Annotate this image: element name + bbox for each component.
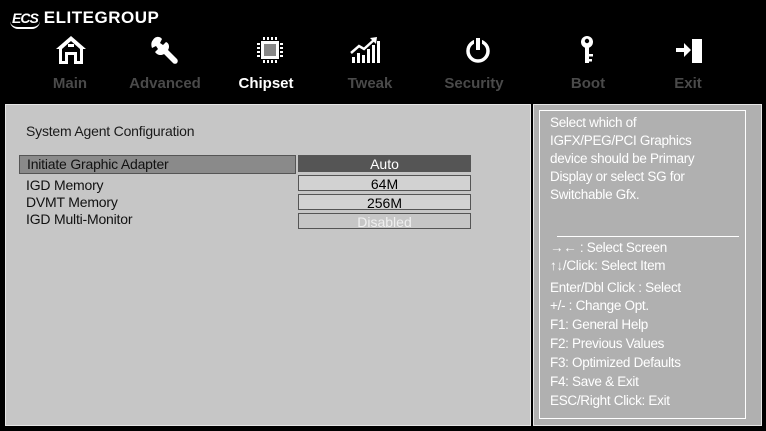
setting-value-dvmt-memory[interactable]: 256M [298,194,471,211]
setting-value-initiate-graphic-adapter[interactable]: Auto [298,155,471,172]
setting-label-igd-multi-monitor[interactable]: IGD Multi-Monitor [26,211,132,227]
tab-boot[interactable]: Boot [571,75,605,92]
setting-label-dvmt-memory[interactable]: DVMT Memory [26,194,118,210]
tab-security[interactable]: Security [444,75,503,92]
help-description-line: device should be Primary [550,151,695,166]
tab-bar: Main Advanced Chipset Tweak Security Boo… [0,75,766,97]
ecs-logo-mark: ECS [10,10,40,29]
help-key-line: F4: Save & Exit [550,374,639,389]
bios-screen: ECS ELITEGROUP Main Advanced Chipset Twe… [0,0,766,431]
help-key-line: →← : Select Screen [550,240,667,255]
help-panel: Select which of IGFX/PEG/PCI Graphics de… [533,104,762,426]
tab-tweak[interactable]: Tweak [348,75,393,92]
setting-value-igd-multi-monitor: Disabled [298,213,471,230]
tab-main[interactable]: Main [53,75,87,92]
help-key-line: F3: Optimized Defaults [550,355,681,370]
key-icon[interactable] [567,30,607,70]
help-key-line: +/- : Change Opt. [550,298,649,313]
help-description-line: Display or select SG for [550,169,685,184]
help-box: Select which of IGFX/PEG/PCI Graphics de… [539,110,746,419]
exit-icon[interactable] [669,30,709,70]
tab-advanced[interactable]: Advanced [129,75,201,92]
help-key-line: ESC/Right Click: Exit [550,393,670,408]
help-description-line: Select which of [550,115,637,130]
brand-name: ELITEGROUP [43,8,160,27]
help-divider [557,236,739,237]
help-description-line: Switchable Gfx. [550,187,640,202]
setting-value-igd-memory[interactable]: 64M [298,175,471,192]
setting-label-igd-memory[interactable]: IGD Memory [26,177,104,193]
tab-chipset[interactable]: Chipset [238,75,293,92]
performance-chart-icon[interactable] [345,30,385,70]
section-title: System Agent Configuration [26,123,195,139]
help-description-line: IGFX/PEG/PCI Graphics [550,133,692,148]
brand-logo: ECS ELITEGROUP [10,6,160,30]
chip-icon[interactable] [250,30,290,70]
wrench-icon[interactable] [145,30,185,70]
help-key-line: F2: Previous Values [550,336,665,351]
help-key-line: Enter/Dbl Click : Select [550,280,681,295]
power-icon[interactable] [458,30,498,70]
help-key-line: F1: General Help [550,317,648,332]
settings-panel: System Agent Configuration Initiate Grap… [5,104,531,426]
home-icon[interactable] [51,30,91,70]
tab-exit[interactable]: Exit [674,75,702,92]
help-key-line: ↑↓/Click: Select Item [550,258,666,273]
nav-icon-row [0,30,766,72]
setting-label-initiate-graphic-adapter[interactable]: Initiate Graphic Adapter [19,155,296,174]
